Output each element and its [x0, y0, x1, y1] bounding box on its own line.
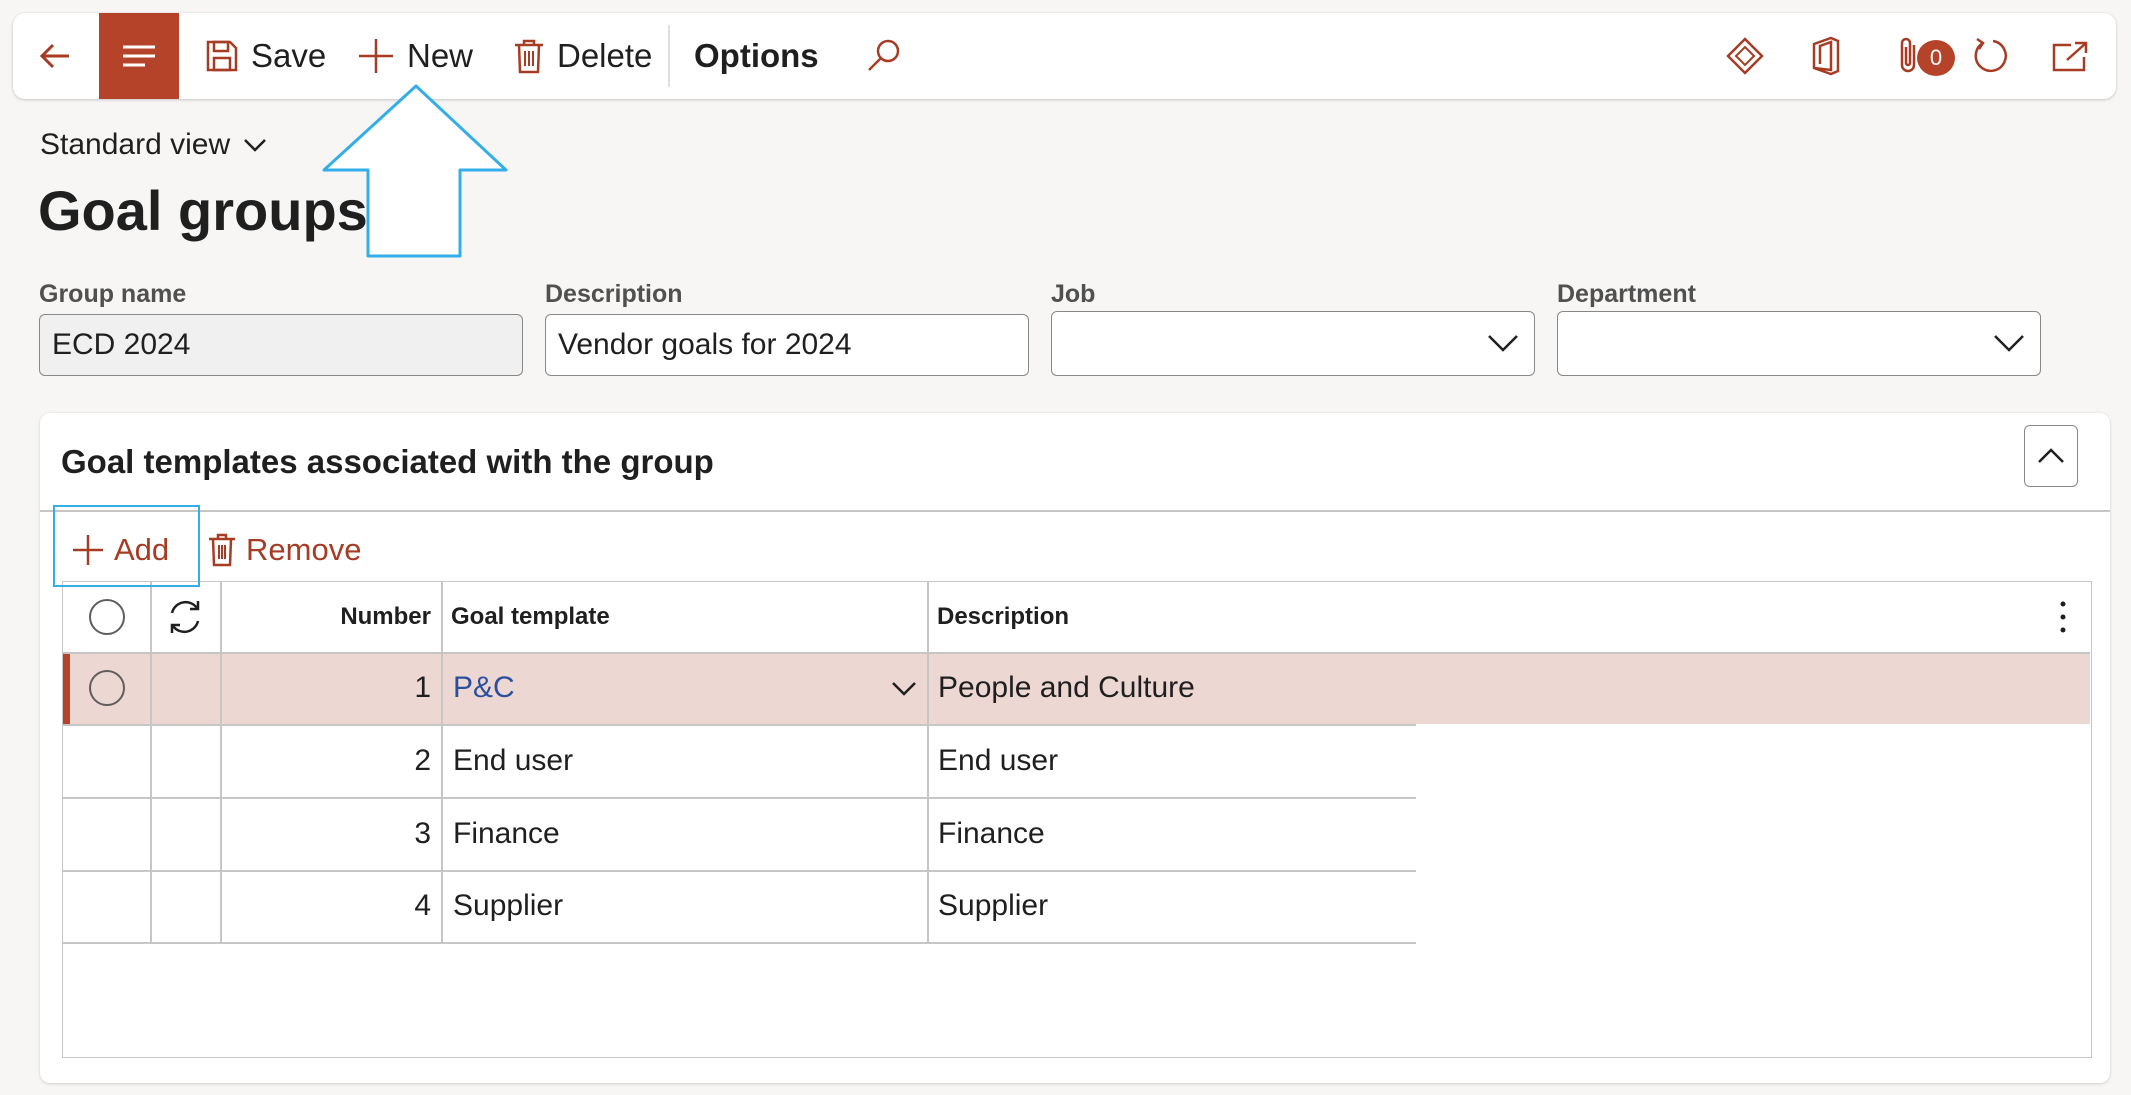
cell-number: 4 — [414, 889, 431, 922]
cell-description: Supplier — [938, 889, 1049, 922]
action-pane-divider — [668, 25, 670, 87]
menu-icon — [123, 45, 155, 67]
cell-number: 3 — [414, 816, 431, 850]
group-name-field[interactable]: ECD 2024 — [39, 314, 523, 376]
group-name-value: ECD 2024 — [52, 328, 191, 361]
navigation-menu-button[interactable] — [99, 13, 179, 99]
cell-number: 1 — [414, 671, 431, 704]
chevron-down-icon[interactable] — [1992, 328, 2026, 358]
description-value: Vendor goals for 2024 — [558, 328, 852, 361]
fasttab-title: Goal templates associated with the group — [61, 443, 714, 480]
search-icon — [868, 39, 900, 71]
grid-line — [63, 942, 1416, 944]
power-apps-icon — [1726, 37, 1764, 75]
options-tab[interactable]: Options — [694, 13, 819, 99]
open-new-window-button[interactable] — [2051, 13, 2089, 99]
radio-circle-icon — [88, 599, 125, 635]
select-all-checkbox[interactable] — [63, 582, 150, 652]
cell-goal-template[interactable]: Finance — [441, 797, 927, 870]
grid-line — [150, 582, 152, 942]
refresh-icon — [1974, 37, 2007, 73]
radio-circle-icon — [88, 670, 125, 706]
delete-icon — [209, 533, 235, 567]
annotation-arrow — [322, 84, 508, 258]
fasttab-collapse-button[interactable] — [2024, 425, 2078, 487]
office-button[interactable] — [1809, 13, 1843, 99]
chevron-down-icon — [244, 139, 266, 152]
description-label: Description — [545, 280, 683, 308]
search-button[interactable] — [865, 13, 903, 99]
back-button[interactable] — [35, 13, 85, 99]
cell-description: End user — [938, 743, 1059, 777]
fasttab-divider — [40, 510, 2110, 512]
chevron-down-icon[interactable] — [1486, 328, 1520, 358]
save-icon — [206, 40, 238, 72]
refresh-icon — [170, 600, 200, 634]
column-header-number[interactable]: Number — [220, 582, 441, 652]
cell-goal-template-link[interactable]: P&C — [441, 652, 881, 724]
options-label: Options — [694, 37, 819, 74]
goal-template-dropdown-button[interactable] — [881, 652, 927, 724]
delete-icon — [515, 39, 543, 74]
description-field[interactable]: Vendor goals for 2024 — [545, 314, 1029, 376]
delete-label: Delete — [557, 37, 653, 74]
group-name-label: Group name — [39, 280, 187, 308]
cell-goal-template[interactable]: Supplier — [441, 870, 927, 942]
goal-templates-fasttab: Goal templates associated with the group… — [40, 413, 2110, 1083]
grid-options-button[interactable] — [2043, 582, 2083, 652]
save-label: Save — [251, 37, 327, 74]
chevron-down-icon — [892, 682, 916, 696]
power-apps-button[interactable] — [1725, 13, 1765, 99]
cell-number: 2 — [414, 743, 431, 777]
chevron-up-icon — [2038, 448, 2064, 463]
remove-label: Remove — [246, 532, 362, 567]
page-title: Goal groups — [38, 179, 368, 242]
department-label: Department — [1557, 280, 1696, 308]
delete-button[interactable]: Delete — [513, 13, 652, 99]
refresh-button[interactable] — [1971, 13, 2013, 99]
office-icon — [1812, 36, 1840, 76]
attachments-count-badge: 0 — [1917, 40, 1955, 76]
column-header-description[interactable]: Description — [927, 582, 2027, 652]
save-button[interactable]: Save — [205, 13, 326, 99]
department-dropdown[interactable] — [1557, 311, 2041, 376]
new-label: New — [407, 37, 474, 74]
back-arrow-icon — [39, 43, 69, 69]
cell-goal-template[interactable]: End user — [441, 724, 927, 797]
plus-icon — [359, 39, 393, 73]
view-selector-label: Standard view — [40, 128, 231, 161]
goal-templates-grid: Number Goal template Description 1 P&C P… — [62, 581, 2092, 1058]
cell-description: Finance — [938, 816, 1045, 850]
remove-button[interactable]: Remove — [208, 525, 361, 575]
grid-refresh-button[interactable] — [150, 582, 220, 652]
annotation-highlight-box — [53, 505, 200, 587]
view-selector[interactable]: Standard view — [40, 128, 268, 162]
cell-description: People and Culture — [938, 671, 1195, 704]
row-select-checkbox[interactable] — [63, 652, 150, 724]
open-new-window-icon — [2052, 41, 2088, 72]
column-header-goal-template[interactable]: Goal template — [441, 582, 927, 652]
job-dropdown[interactable] — [1051, 311, 1535, 376]
job-label: Job — [1051, 280, 1096, 308]
more-icon — [2060, 601, 2066, 633]
